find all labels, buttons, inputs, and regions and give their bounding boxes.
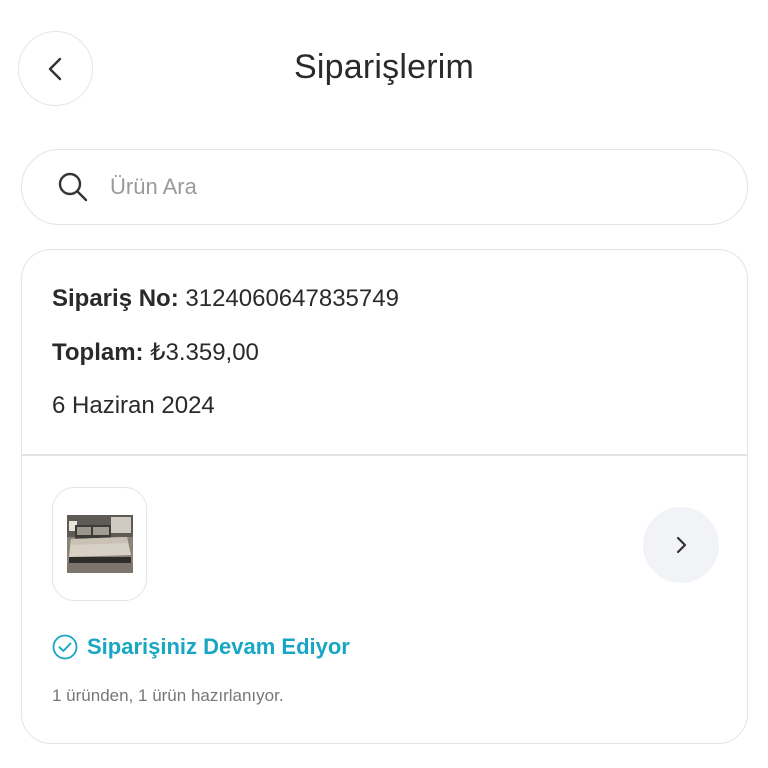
order-status: Siparişiniz Devam Ediyor (52, 634, 350, 660)
order-total: Toplam: ₺3.359,00 (52, 338, 259, 367)
card-divider (22, 454, 747, 456)
order-detail-button[interactable] (643, 507, 719, 583)
order-status-detail: 1 üründen, 1 ürün hazırlanıyor. (52, 686, 284, 705)
order-number-label: Sipariş No: (52, 285, 179, 312)
order-card[interactable]: Sipariş No: 3124060647835749 Toplam: ₺3.… (21, 249, 748, 744)
order-number: Sipariş No: 3124060647835749 (52, 285, 399, 313)
chevron-right-icon (676, 536, 687, 554)
search-input[interactable] (110, 167, 690, 207)
search-icon (56, 170, 90, 204)
order-total-label: Toplam: (52, 339, 144, 366)
bed-product-image (66, 515, 133, 573)
order-number-value: 3124060647835749 (178, 285, 399, 312)
check-circle-icon (52, 634, 78, 660)
product-thumbnail[interactable] (52, 487, 147, 601)
orders-page: Siparişlerim Sipariş No: 312406064783574… (0, 0, 768, 768)
order-date: 6 Haziran 2024 (52, 392, 215, 419)
order-total-value: ₺3.359,00 (143, 339, 259, 366)
page-title: Siparişlerim (294, 48, 474, 86)
order-status-text: Siparişiniz Devam Ediyor (87, 634, 350, 659)
search-bar[interactable] (21, 149, 748, 225)
